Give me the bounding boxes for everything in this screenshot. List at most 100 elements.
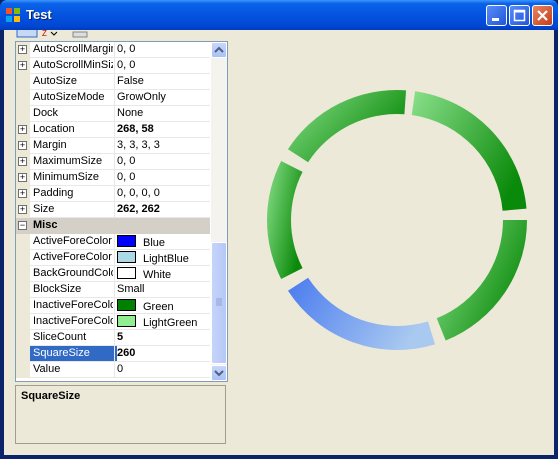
property-row[interactable]: SquareSize 260 xyxy=(16,346,210,362)
property-value-text: LightBlue xyxy=(143,253,189,265)
property-value[interactable]: Small xyxy=(117,283,209,295)
property-row[interactable]: + Size 262, 262 xyxy=(16,202,210,218)
property-value[interactable]: 5 xyxy=(117,331,209,343)
expand-icon[interactable]: + xyxy=(18,189,27,198)
property-value[interactable]: GrowOnly xyxy=(117,91,209,103)
property-name: AutoSizeMode xyxy=(33,91,105,103)
expand-icon[interactable]: + xyxy=(18,45,27,54)
property-value-text: None xyxy=(117,107,144,119)
property-value[interactable]: 0, 0 xyxy=(117,43,209,55)
help-title: SquareSize xyxy=(21,390,81,402)
property-row[interactable]: Dock None xyxy=(16,106,210,122)
scroll-thumb[interactable] xyxy=(211,242,227,364)
chevron-down-icon xyxy=(214,370,224,377)
row-gutter xyxy=(16,282,30,298)
property-row[interactable]: + MinimumSize 0, 0 xyxy=(16,170,210,186)
property-pages-icon[interactable] xyxy=(72,30,90,38)
property-name: Location xyxy=(33,123,75,135)
alphabetical-icon[interactable]: Z xyxy=(40,30,60,38)
property-row[interactable]: AutoSizeMode GrowOnly xyxy=(16,90,210,106)
column-divider xyxy=(114,266,115,282)
property-value[interactable]: 268, 58 xyxy=(117,123,209,135)
property-row[interactable]: InactiveForeColor Green xyxy=(16,298,210,314)
collapse-icon[interactable]: − xyxy=(18,221,27,230)
property-row[interactable]: BlockSize Small xyxy=(16,282,210,298)
property-value[interactable]: 0, 0 xyxy=(117,171,209,183)
property-value[interactable]: None xyxy=(117,107,209,119)
property-value[interactable]: 260 xyxy=(117,347,209,359)
property-value-text: LightGreen xyxy=(143,317,198,329)
expand-icon[interactable]: + xyxy=(18,61,27,70)
property-value-text: White xyxy=(143,269,172,281)
chevron-up-icon xyxy=(214,46,224,53)
property-value[interactable]: 3, 3, 3, 3 xyxy=(117,139,209,151)
row-gutter xyxy=(16,106,30,122)
column-divider xyxy=(114,74,115,90)
vertical-scrollbar[interactable] xyxy=(211,42,227,381)
property-value[interactable]: False xyxy=(117,75,209,87)
property-name: Size xyxy=(33,203,55,215)
property-row[interactable]: + Margin 3, 3, 3, 3 xyxy=(16,138,210,154)
property-row[interactable]: + MaximumSize 0, 0 xyxy=(16,154,210,170)
property-value-text: 260 xyxy=(117,347,136,359)
property-row[interactable]: + AutoScrollMargin 0, 0 xyxy=(16,42,210,58)
property-row[interactable]: Value 0 xyxy=(16,362,210,378)
expand-icon[interactable]: + xyxy=(18,125,27,134)
maximize-button[interactable] xyxy=(509,5,530,26)
property-value[interactable]: 262, 262 xyxy=(117,203,209,215)
property-row[interactable]: BackGroundColor White xyxy=(16,266,210,282)
scroll-down-button[interactable] xyxy=(211,365,227,381)
row-gutter xyxy=(16,362,30,378)
property-grid[interactable]: + AutoScrollMargin 0, 0 + AutoScrollMinSize 0… xyxy=(15,41,228,382)
help-panel: SquareSize xyxy=(15,385,226,444)
property-name: AutoScrollMinSize xyxy=(33,59,113,71)
property-row[interactable]: + Padding 0, 0, 0, 0 xyxy=(16,186,210,202)
property-name: Padding xyxy=(33,187,74,199)
expand-icon[interactable]: + xyxy=(18,205,27,214)
property-value[interactable]: 0, 0 xyxy=(117,155,209,167)
property-value[interactable]: 0, 0, 0, 0 xyxy=(117,187,209,199)
property-value-text: 5 xyxy=(117,331,124,343)
property-row[interactable]: + Location 268, 58 xyxy=(16,122,210,138)
column-divider xyxy=(114,346,115,362)
property-value[interactable]: Blue xyxy=(117,235,209,249)
property-value[interactable]: 0 xyxy=(117,363,209,375)
property-value[interactable]: White xyxy=(117,267,209,281)
property-row[interactable]: ActiveForeColor Blue xyxy=(16,234,210,250)
expand-icon[interactable]: + xyxy=(18,157,27,166)
property-name: InactiveForeColor xyxy=(33,315,113,327)
title-bar[interactable]: Test xyxy=(0,0,558,30)
property-row[interactable]: + AutoScrollMinSize 0, 0 xyxy=(16,58,210,74)
column-divider xyxy=(114,138,115,154)
row-gutter: + xyxy=(16,154,30,170)
property-row[interactable]: AutoSize False xyxy=(16,74,210,90)
progress-ring xyxy=(267,90,527,350)
svg-text:Z: Z xyxy=(42,30,47,38)
column-divider xyxy=(114,154,115,170)
row-gutter: + xyxy=(16,122,30,138)
property-value[interactable]: LightGreen xyxy=(117,315,209,329)
application-window: Test Z + AutoScrollMargin 0, 0 + AutoScr… xyxy=(0,0,558,459)
minimize-button[interactable] xyxy=(486,5,507,26)
property-value[interactable]: LightBlue xyxy=(117,251,209,265)
property-row[interactable]: InactiveForeColor LightGreen xyxy=(16,314,210,330)
property-value-text: 0 xyxy=(117,363,124,375)
property-value[interactable]: Green xyxy=(117,299,209,313)
row-gutter: + xyxy=(16,202,30,218)
ring-slice xyxy=(287,277,436,350)
property-value[interactable]: 0, 0 xyxy=(117,59,209,71)
expand-icon[interactable]: + xyxy=(18,173,27,182)
expand-icon[interactable]: + xyxy=(18,141,27,150)
scroll-up-button[interactable] xyxy=(211,42,227,58)
categorized-icon[interactable] xyxy=(16,30,38,38)
property-value-text: False xyxy=(117,75,144,87)
close-button[interactable] xyxy=(532,5,553,26)
color-swatch xyxy=(117,235,136,247)
category-row-misc[interactable]: − Misc xyxy=(16,218,210,234)
property-value-text: 0, 0 xyxy=(117,171,136,183)
row-gutter: + xyxy=(16,170,30,186)
property-row[interactable]: SliceCount 5 xyxy=(16,330,210,346)
property-value-text: 0, 0, 0, 0 xyxy=(117,187,160,199)
property-row[interactable]: ActiveForeColor LightBlue xyxy=(16,250,210,266)
color-swatch xyxy=(117,315,136,327)
